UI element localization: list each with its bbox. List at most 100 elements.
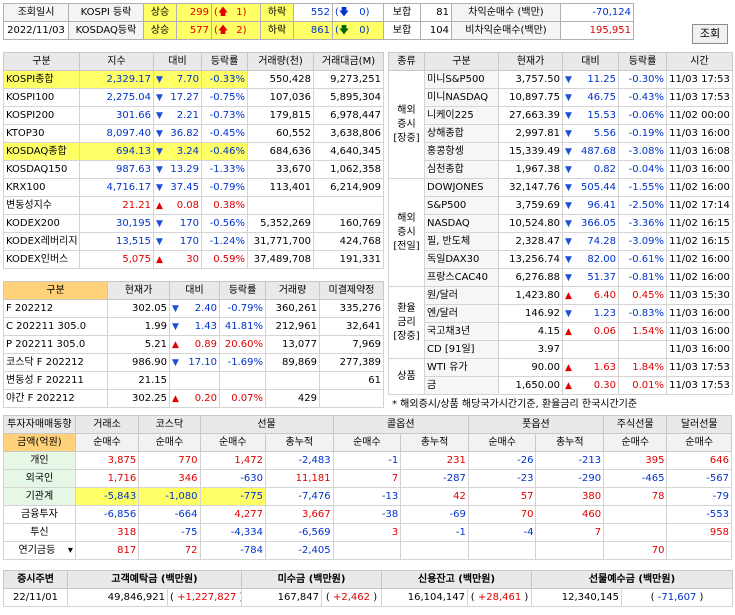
- overseas-rate: -0.19%: [618, 124, 667, 143]
- overseas-change: ▼ 366.05: [562, 214, 619, 233]
- investor-sub-header: 순매수: [74, 433, 140, 452]
- investor-value: [603, 505, 668, 524]
- index-row[interactable]: KTOP30 8,097.40 ▼ 36.82 -0.45% 60,552 3,638,80…: [3, 124, 384, 143]
- overseas-row[interactable]: 상품 WTI 유가 90.00 ▲ 1.63 1.84% 11/03 17:53: [388, 358, 733, 395]
- investor-value: 1,472: [199, 451, 266, 470]
- overseas-time: 11/02 00:00: [666, 106, 733, 125]
- investor-row[interactable]: 연기금등 ▾ 817 72 -784 -2,405 70: [3, 541, 732, 560]
- overseas-value: 2,328.47: [498, 232, 563, 251]
- overseas-row[interactable]: 독일DAX30 13,256.74 ▼ 82.00 -0.61% 11/02 16:00: [389, 250, 733, 269]
- index-row[interactable]: KODEX인버스 5,075 ▲ 30 0.59% 37,489,708 191,331: [3, 250, 384, 269]
- funds-col-header: 고객예탁금 (백만원): [66, 570, 243, 589]
- index-row[interactable]: KODEX레버리지 13,515 ▼ 170 -1.24% 31,771,700 424,7…: [3, 232, 384, 251]
- dropdown-arrow-icon[interactable]: ▾: [68, 543, 73, 559]
- query-button[interactable]: 조회: [692, 24, 728, 44]
- overseas-row[interactable]: 상해종합 2,997.81 ▼ 5.56 -0.19% 11/03 16:00: [389, 124, 733, 143]
- futures-value: 21.15: [107, 371, 170, 390]
- overseas-name: S&P500: [424, 196, 499, 215]
- investor-value: -553: [666, 505, 732, 524]
- investor-value: 11,181: [265, 469, 334, 488]
- index-change: ▼ 7.70: [153, 70, 202, 89]
- investor-value: 395: [603, 451, 668, 470]
- overseas-row[interactable]: NASDAQ 10,524.80 ▼ 366.05 -3.36% 11/02 16:15: [389, 214, 733, 233]
- investor-value: -13: [332, 487, 402, 506]
- futures-open-interest: 61: [319, 371, 384, 390]
- overseas-value: 15,339.49: [498, 142, 563, 161]
- index-row[interactable]: KOSPI200 301.66 ▼ 2.21 -0.73% 179,815 6,978,44…: [3, 106, 384, 125]
- futures-row[interactable]: 야간 F 202212 302.25 ▲ 0.20 0.07% 429: [3, 389, 384, 408]
- futures-row[interactable]: P 202211 305.0 5.21 ▲ 0.89 20.60% 13,077 7,969: [3, 335, 384, 354]
- investor-row[interactable]: 투신 318 -75 -4,334 -6,569 3 -1 -4 7 958: [3, 523, 732, 542]
- futures-row[interactable]: 변동성 F 202211 21.15 61: [3, 371, 384, 390]
- down-triangle-icon: ▼: [565, 236, 572, 247]
- index-name: 변동성지수: [3, 196, 80, 215]
- index-volume: 107,036: [247, 88, 314, 107]
- overseas-row[interactable]: 엔/달러 146.92 ▼ 1.23 -0.83% 11/03 16:00: [389, 304, 733, 323]
- overseas-value: 3.97: [498, 340, 563, 359]
- investor-value: 346: [138, 469, 201, 488]
- futures-change: ▼ 2.40: [169, 299, 220, 318]
- overseas-rate: -0.04%: [618, 160, 667, 179]
- overseas-row[interactable]: S&P500 3,759.69 ▼ 96.41 -2.50% 11/02 17:14: [389, 196, 733, 215]
- investor-value: -5,843: [74, 487, 140, 506]
- up-triangle-icon: ▲: [156, 200, 163, 211]
- futures-rate: -1.69%: [219, 353, 266, 372]
- index-row[interactable]: KOSDAQ150 987.63 ▼ 13.29 -1.33% 33,670 1,062,3…: [3, 160, 384, 179]
- futures-rate: 0.07%: [219, 389, 266, 408]
- futures-row[interactable]: F 202212 302.05 ▼ 2.40 -0.79% 360,261 335,276: [3, 299, 384, 318]
- overseas-value: 146.92: [498, 304, 563, 323]
- overseas-row[interactable]: CD [91일] 3.97 11/03 16:00: [389, 340, 733, 359]
- index-row[interactable]: KOSDAQ종합 694.13 ▼ 3.24 -0.46% 684,636 4,640,34…: [3, 142, 384, 161]
- investor-group-header: 주식선물: [603, 415, 668, 434]
- overseas-row[interactable]: 프랑스CAC40 6,276.88 ▼ 51.37 -0.81% 11/02 16:00: [389, 268, 733, 287]
- index-row[interactable]: KOSPI100 2,275.04 ▼ 17.27 -0.75% 107,036 5,895…: [3, 88, 384, 107]
- overseas-row[interactable]: 니케이225 27,663.39 ▼ 15.53 -0.06% 11/02 00:00: [389, 106, 733, 125]
- investor-name: 기관계: [3, 487, 76, 506]
- investor-row[interactable]: 외국인 1,716 346 -630 11,181 7 -287 -23 -290 -465 -56…: [3, 469, 732, 488]
- investor-row[interactable]: 기관계 -5,843 -1,080 -775 -7,476 -13 42 57 380 78 -79: [3, 487, 732, 506]
- overseas-value: 3,757.50: [498, 70, 563, 89]
- futures-rate: [219, 371, 266, 390]
- investor-row[interactable]: 개인 3,875 770 1,472 -2,483 -1 231 -26 -213 395 646: [3, 451, 732, 470]
- investor-group-header: 선물: [199, 415, 334, 434]
- overseas-group-label: 환율 금리 [장중]: [388, 286, 425, 359]
- investor-value: 380: [535, 487, 605, 506]
- overseas-row[interactable]: 미니NASDAQ 10,897.75 ▼ 46.75 -0.43% 11/03 17:53: [389, 88, 733, 107]
- futures-col-header: 대비: [169, 281, 220, 300]
- futures-row[interactable]: C 202211 305.0 1.99 ▼ 1.43 41.81% 212,961 32,6…: [3, 317, 384, 336]
- overseas-row[interactable]: 필, 반도체 2,328.47 ▼ 74.28 -3.09% 11/02 16:15: [389, 232, 733, 251]
- index-rate: -1.33%: [201, 160, 248, 179]
- index-rate: -0.46%: [201, 142, 248, 161]
- overseas-rate: [618, 340, 667, 359]
- index-name: KODEX인버스: [3, 250, 80, 269]
- overseas-value: 4.15: [498, 322, 563, 341]
- investor-value: [332, 541, 402, 560]
- overseas-row[interactable]: 해외 증시 [전일] DOWJONES 32,147.76 ▼ 505.44 -1.55%…: [388, 178, 733, 287]
- overseas-row[interactable]: 금 1,650.00 ▲ 0.30 0.01% 11/03 17:53: [389, 376, 733, 395]
- investor-value: -290: [535, 469, 605, 488]
- overseas-time: 11/03 16:08: [666, 142, 733, 161]
- overseas-row[interactable]: 심천종합 1,967.38 ▼ 0.82 -0.04% 11/03 16:00: [389, 160, 733, 179]
- index-rate: -0.45%: [201, 124, 248, 143]
- down-triangle-icon: ▼: [565, 110, 572, 121]
- index-row[interactable]: 변동성지수 21.21 ▲ 0.08 0.38%: [3, 196, 384, 215]
- index-amount: 191,331: [313, 250, 384, 269]
- futures-col-header: 구분: [3, 281, 108, 300]
- futures-row[interactable]: 코스닥 F 202212 986.90 ▼ 17.10 -1.69% 89,869 277,…: [3, 353, 384, 372]
- overseas-row[interactable]: 해외 증시 [장중] 미니S&P500 3,757.50 ▼ 11.25 -0.30% 11…: [388, 70, 733, 179]
- kospi-fall-count: 552: [293, 3, 333, 22]
- index-value: 2,275.04: [79, 88, 154, 107]
- up-triangle-icon: ▲: [565, 326, 572, 337]
- investor-row[interactable]: 금융투자 -6,856 -664 4,277 3,667 -38 -69 70 460 -553: [3, 505, 732, 524]
- index-rate: -0.56%: [201, 214, 248, 233]
- index-value: 2,329.17: [79, 70, 154, 89]
- overseas-row[interactable]: 국고채3년 4.15 ▲ 0.06 1.54% 11/03 16:00: [389, 322, 733, 341]
- overseas-row[interactable]: 환율 금리 [장중] 원/달러 1,423.80 ▲ 6.40 0.45% 11/03 15…: [388, 286, 733, 359]
- index-row[interactable]: KRX100 4,716.17 ▼ 37.45 -0.79% 113,401 6,214,9…: [3, 178, 384, 197]
- index-row[interactable]: KODEX200 30,195 ▼ 170 -0.56% 5,352,269 160,769: [3, 214, 384, 233]
- overseas-row[interactable]: 홍콩항셍 15,339.49 ▼ 487.68 -3.08% 11/03 16:08: [389, 142, 733, 161]
- down-triangle-icon: ▼: [565, 182, 572, 193]
- overseas-change: ▼ 11.25: [562, 70, 619, 89]
- index-col-header: 거래량(천): [247, 52, 314, 71]
- index-row[interactable]: KOSPI종합 2,329.17 ▼ 7.70 -0.33% 550,428 9,273,2…: [3, 70, 384, 89]
